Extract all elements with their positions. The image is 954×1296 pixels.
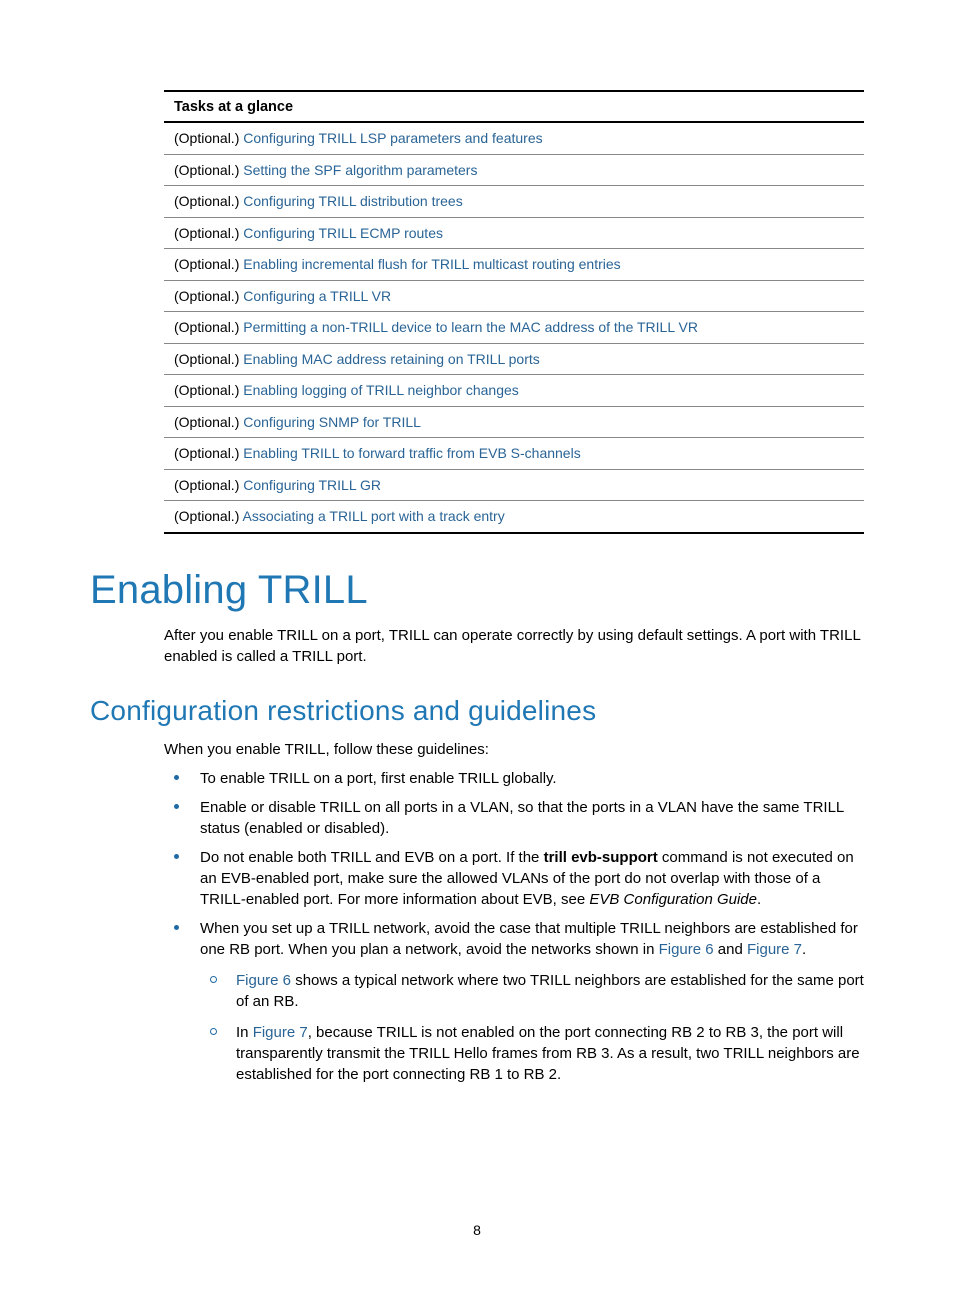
table-row: (Optional.) Configuring TRILL GR [164,470,864,502]
task-link[interactable]: Enabling logging of TRILL neighbor chang… [243,382,519,398]
task-link[interactable]: Enabling incremental flush for TRILL mul… [243,256,620,272]
task-prefix: (Optional.) [174,193,243,209]
heading-enabling-trill: Enabling TRILL [90,568,864,613]
task-link[interactable]: Configuring TRILL GR [243,477,381,493]
text: , because TRILL is not enabled on the po… [236,1024,860,1083]
table-row: (Optional.) Associating a TRILL port wit… [164,501,864,534]
table-row: (Optional.) Permitting a non-TRILL devic… [164,312,864,344]
task-link[interactable]: Associating a TRILL port with a track en… [242,508,504,524]
table-row: (Optional.) Enabling incremental flush f… [164,249,864,281]
task-link[interactable]: Enabling MAC address retaining on TRILL … [243,351,540,367]
task-prefix: (Optional.) [174,445,243,461]
text: . [757,891,761,908]
task-prefix: (Optional.) [174,130,243,146]
figure-link[interactable]: Figure 6 [236,972,291,989]
text: In [236,1024,253,1041]
task-prefix: (Optional.) [174,382,243,398]
heading-config-restrictions: Configuration restrictions and guideline… [90,695,864,727]
task-prefix: (Optional.) [174,256,243,272]
page-number: 8 [0,1222,954,1238]
guidelines-list: To enable TRILL on a port, first enable … [164,768,864,1085]
list-item: Figure 6 shows a typical network where t… [200,970,864,1012]
table-row: (Optional.) Configuring TRILL LSP parame… [164,123,864,155]
table-row: (Optional.) Configuring TRILL distributi… [164,186,864,218]
task-link[interactable]: Configuring a TRILL VR [243,288,391,304]
table-row: (Optional.) Configuring a TRILL VR [164,281,864,313]
sub-list: Figure 6 shows a typical network where t… [200,970,864,1085]
task-link[interactable]: Configuring TRILL distribution trees [243,193,462,209]
tasks-header: Tasks at a glance [164,92,864,123]
task-link[interactable]: Permitting a non-TRILL device to learn t… [243,319,698,335]
task-prefix: (Optional.) [174,351,243,367]
task-prefix: (Optional.) [174,288,243,304]
task-prefix: (Optional.) [174,414,243,430]
task-prefix: (Optional.) [174,162,243,178]
task-link[interactable]: Enabling TRILL to forward traffic from E… [243,445,580,461]
italic-text: EVB Configuration Guide [589,891,757,908]
intro-paragraph: After you enable TRILL on a port, TRILL … [164,625,864,667]
list-item: Enable or disable TRILL on all ports in … [164,797,864,839]
task-link[interactable]: Configuring TRILL ECMP routes [243,225,443,241]
table-row: (Optional.) Enabling MAC address retaini… [164,344,864,376]
task-prefix: (Optional.) [174,508,242,524]
table-row: (Optional.) Enabling logging of TRILL ne… [164,375,864,407]
text: and [714,941,747,958]
figure-link[interactable]: Figure 7 [253,1024,308,1041]
list-item: Do not enable both TRILL and EVB on a po… [164,847,864,910]
bold-text: trill evb-support [544,849,658,866]
task-prefix: (Optional.) [174,319,243,335]
text: . [802,941,806,958]
figure-link[interactable]: Figure 7 [747,941,802,958]
table-row: (Optional.) Configuring SNMP for TRILL [164,407,864,439]
table-row: (Optional.) Configuring TRILL ECMP route… [164,218,864,250]
list-item: To enable TRILL on a port, first enable … [164,768,864,789]
task-link[interactable]: Configuring SNMP for TRILL [243,414,421,430]
task-link[interactable]: Configuring TRILL LSP parameters and fea… [243,130,542,146]
task-prefix: (Optional.) [174,225,243,241]
guidelines-intro: When you enable TRILL, follow these guid… [164,739,864,760]
tasks-table: Tasks at a glance (Optional.) Configurin… [164,90,864,534]
list-item: In Figure 7, because TRILL is not enable… [200,1022,864,1085]
task-link[interactable]: Setting the SPF algorithm parameters [243,162,477,178]
list-item: When you set up a TRILL network, avoid t… [164,918,864,1085]
task-prefix: (Optional.) [174,477,243,493]
figure-link[interactable]: Figure 6 [659,941,714,958]
table-row: (Optional.) Enabling TRILL to forward tr… [164,438,864,470]
text: shows a typical network where two TRILL … [236,972,864,1010]
table-row: (Optional.) Setting the SPF algorithm pa… [164,155,864,187]
text: Do not enable both TRILL and EVB on a po… [200,849,544,866]
